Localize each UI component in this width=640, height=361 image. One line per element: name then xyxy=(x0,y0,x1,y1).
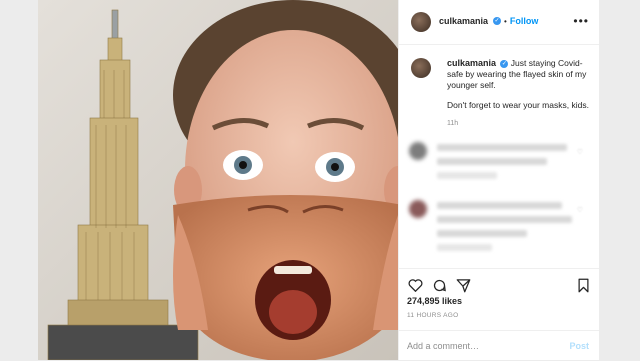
verified-badge-icon: ✓ xyxy=(500,59,509,68)
caption-avatar[interactable] xyxy=(411,58,431,78)
post-button[interactable]: Post xyxy=(569,341,589,351)
verified-badge-icon: ✓ xyxy=(493,17,502,25)
avatar[interactable] xyxy=(411,12,431,32)
comment-item: ♡ xyxy=(409,142,589,192)
username[interactable]: culkamania xyxy=(439,16,488,26)
comment-heart-icon[interactable]: ♡ xyxy=(577,148,583,156)
header-user: culkamania ✓ • Follow xyxy=(439,16,538,26)
caption-username[interactable]: culkamania xyxy=(447,58,496,68)
more-horizontal-icon[interactable]: ••• xyxy=(573,14,589,28)
share-send-icon[interactable] xyxy=(455,277,471,293)
separator-dot: • xyxy=(504,16,507,26)
post-image xyxy=(38,0,398,360)
comment-bubble-icon[interactable] xyxy=(431,277,447,293)
likes-count[interactable]: 274,895 likes xyxy=(407,296,462,306)
like-heart-icon[interactable] xyxy=(407,277,423,293)
add-comment-input[interactable]: Add a comment… xyxy=(407,341,479,351)
post-header: culkamania ✓ • Follow ••• xyxy=(399,0,599,45)
post-sidebar: culkamania ✓ • Follow ••• culkamania ✓ J… xyxy=(398,0,599,360)
comment-item: ♡ xyxy=(409,200,589,260)
caption-time: 11h xyxy=(447,120,459,127)
post-date: 11 HOURS AGO xyxy=(407,312,459,319)
comment-blurred-text xyxy=(437,144,577,186)
post-photo[interactable] xyxy=(38,0,398,360)
add-comment-bar: Add a comment… Post xyxy=(399,330,599,361)
comment-avatar xyxy=(409,142,427,160)
follow-button[interactable]: Follow xyxy=(510,16,539,26)
caption: culkamania ✓ Just staying Covid-safe by … xyxy=(447,58,589,111)
instagram-post-modal: culkamania ✓ • Follow ••• culkamania ✓ J… xyxy=(38,0,599,360)
save-bookmark-icon[interactable] xyxy=(575,277,591,293)
post-actions xyxy=(399,268,599,299)
comment-heart-icon[interactable]: ♡ xyxy=(577,206,583,214)
comment-avatar xyxy=(409,200,427,218)
caption-text-2: Don't forget to wear your masks, kids. xyxy=(447,100,589,110)
comment-blurred-text xyxy=(437,202,577,258)
